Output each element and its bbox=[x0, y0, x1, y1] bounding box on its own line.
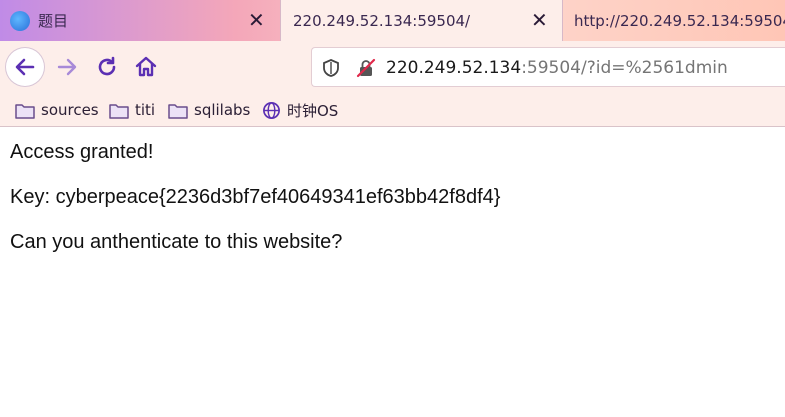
url-text[interactable]: 220.249.52.134:59504/?id=%2561dmin bbox=[386, 58, 728, 78]
arrow-left-icon bbox=[15, 58, 35, 76]
home-icon bbox=[135, 56, 157, 77]
folder-icon bbox=[15, 103, 35, 119]
home-button[interactable] bbox=[129, 50, 163, 84]
folder-icon bbox=[109, 103, 129, 119]
reload-icon bbox=[98, 56, 116, 76]
bookmark-label: titi bbox=[135, 101, 156, 119]
folder-icon bbox=[168, 103, 188, 119]
bookmark-sources[interactable]: sources bbox=[15, 99, 99, 121]
bookmark-titi[interactable]: titi bbox=[109, 99, 155, 121]
bookmark-sqlilabs[interactable]: sqlilabs bbox=[168, 99, 250, 121]
bookmarks-bar: sources titi sqlilabs 时钟OS bbox=[0, 93, 785, 127]
bookmark-label: sources bbox=[41, 101, 99, 119]
url-host: 220.249.52.134 bbox=[386, 58, 522, 78]
tab-other[interactable]: http://220.249.52.134:59504/i bbox=[563, 0, 785, 41]
bookmark-label: sqlilabs bbox=[194, 101, 251, 119]
address-bar[interactable]: 220.249.52.134:59504/?id=%2561dmin bbox=[311, 47, 785, 87]
site-favicon-icon bbox=[10, 10, 30, 31]
tab-strip: 题目 ✕ 220.249.52.134:59504/ ✕ http://220.… bbox=[0, 0, 785, 41]
tab-title: http://220.249.52.134:59504/i bbox=[574, 11, 785, 30]
arrow-right-icon bbox=[57, 58, 77, 76]
tab-title: 220.249.52.134:59504/ bbox=[293, 11, 471, 30]
tab-title: 题目 bbox=[38, 12, 69, 30]
insecure-lock-icon[interactable] bbox=[356, 58, 376, 78]
close-tab-icon[interactable]: ✕ bbox=[248, 10, 265, 30]
shield-icon[interactable] bbox=[321, 58, 341, 78]
nav-toolbar: 220.249.52.134:59504/?id=%2561dmin bbox=[0, 41, 785, 93]
globe-icon bbox=[263, 101, 280, 119]
browser-chrome: 题目 ✕ 220.249.52.134:59504/ ✕ http://220.… bbox=[0, 0, 785, 127]
back-button[interactable] bbox=[6, 48, 44, 86]
bookmark-label: 时钟OS bbox=[287, 101, 339, 120]
prompt-text: Can you anthenticate to this website? bbox=[10, 231, 343, 253]
forward-button[interactable] bbox=[50, 50, 84, 84]
bookmark-clock-os[interactable]: 时钟OS bbox=[262, 99, 338, 121]
close-tab-icon[interactable]: ✕ bbox=[531, 10, 548, 30]
tab-problem[interactable]: 题目 ✕ bbox=[0, 0, 280, 41]
url-path: :59504/?id=%2561dmin bbox=[521, 58, 728, 78]
reload-button[interactable] bbox=[90, 50, 124, 84]
key-text: Key: cyberpeace{2236d3bf7ef40649341ef63b… bbox=[10, 186, 501, 208]
tab-active[interactable]: 220.249.52.134:59504/ ✕ bbox=[280, 0, 563, 41]
access-message: Access granted! bbox=[10, 141, 154, 163]
